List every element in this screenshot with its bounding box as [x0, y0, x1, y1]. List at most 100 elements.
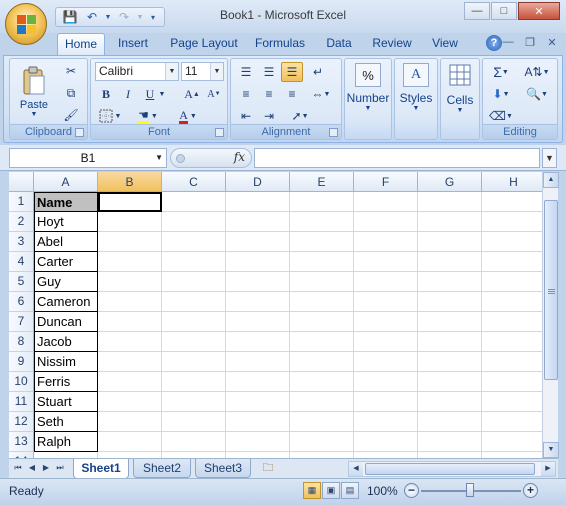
sheet-tab-sheet2[interactable]: Sheet2 [133, 459, 191, 478]
workbook-close-icon[interactable]: ✕ [544, 36, 560, 50]
cell-g3[interactable] [418, 232, 482, 252]
align-center-icon[interactable]: ≡ [258, 84, 280, 104]
last-sheet-icon[interactable]: ⏭ [54, 461, 66, 475]
cell-e5[interactable] [290, 272, 354, 292]
cell-d8[interactable] [226, 332, 290, 352]
tab-page-layout[interactable]: Page Layout [166, 33, 242, 55]
cell-h3[interactable] [482, 232, 542, 252]
fill-icon[interactable]: ⬇ ▼ [487, 84, 515, 104]
cell-d12[interactable] [226, 412, 290, 432]
font-name-combo[interactable]: Calibri ▼ [95, 62, 179, 81]
scroll-up-icon[interactable]: ▲ [543, 172, 559, 188]
cell-a13[interactable]: Ralph [34, 432, 98, 452]
increase-indent-icon[interactable]: ⇥ [258, 106, 280, 126]
cell-d3[interactable] [226, 232, 290, 252]
cell-d6[interactable] [226, 292, 290, 312]
borders-icon[interactable]: ▼ [95, 106, 125, 126]
cell-a10[interactable]: Ferris [34, 372, 98, 392]
alignment-launcher-icon[interactable] [329, 128, 338, 137]
cut-icon[interactable]: ✂ [60, 61, 82, 81]
worksheet-grid[interactable]: ABCDEFGH 1234567891011121314 NameHoytAbe… [9, 172, 542, 458]
cell-f5[interactable] [354, 272, 418, 292]
zoom-out-icon[interactable]: − [404, 483, 419, 498]
cell-b6[interactable] [98, 292, 162, 312]
cell-f11[interactable] [354, 392, 418, 412]
cell-a2[interactable]: Hoyt [34, 212, 98, 232]
cell-f8[interactable] [354, 332, 418, 352]
cell-f4[interactable] [354, 252, 418, 272]
cell-e13[interactable] [290, 432, 354, 452]
cell-e6[interactable] [290, 292, 354, 312]
cell-d13[interactable] [226, 432, 290, 452]
cell-g2[interactable] [418, 212, 482, 232]
cell-f7[interactable] [354, 312, 418, 332]
cell-g1[interactable] [418, 192, 482, 212]
fill-color-icon[interactable]: ☚ ▼ [131, 106, 165, 126]
scroll-right-icon[interactable]: ▶ [541, 462, 555, 476]
formula-bar-grip-icon[interactable] [176, 154, 185, 163]
cell-a8[interactable]: Jacob [34, 332, 98, 352]
cell-d11[interactable] [226, 392, 290, 412]
vertical-scrollbar[interactable]: ▲ ▼ [542, 172, 559, 458]
cell-d9[interactable] [226, 352, 290, 372]
cell-e3[interactable] [290, 232, 354, 252]
decrease-indent-icon[interactable]: ⇤ [235, 106, 257, 126]
cell-f12[interactable] [354, 412, 418, 432]
cell-g6[interactable] [418, 292, 482, 312]
sort-filter-icon[interactable]: A⇅ ▼ [521, 62, 553, 82]
cell-b3[interactable] [98, 232, 162, 252]
name-box[interactable]: B1 ▼ [9, 148, 167, 168]
paste-button[interactable]: Paste ▼ [14, 63, 54, 123]
row-header-2[interactable]: 2 [9, 212, 34, 232]
column-header-c[interactable]: C [162, 172, 226, 192]
cell-c3[interactable] [162, 232, 226, 252]
formula-input[interactable] [254, 148, 540, 168]
cell-e12[interactable] [290, 412, 354, 432]
cell-c12[interactable] [162, 412, 226, 432]
tab-insert[interactable]: Insert [111, 33, 155, 55]
cell-d4[interactable] [226, 252, 290, 272]
cell-f1[interactable] [354, 192, 418, 212]
row-header-4[interactable]: 4 [9, 252, 34, 272]
select-all-corner[interactable] [9, 172, 34, 192]
cell-c13[interactable] [162, 432, 226, 452]
italic-icon[interactable]: I [117, 84, 139, 104]
maximize-icon[interactable]: □ [491, 2, 517, 20]
cell-h4[interactable] [482, 252, 542, 272]
cell-a5[interactable]: Guy [34, 272, 98, 292]
tab-formulas[interactable]: Formulas [250, 33, 310, 55]
row-header-1[interactable]: 1 [9, 192, 34, 212]
bold-icon[interactable]: B [95, 84, 117, 104]
merge-center-icon[interactable]: ⇔ ▼ [307, 84, 335, 104]
insert-sheet-icon[interactable]: 🗀 [257, 460, 279, 477]
align-bottom-icon[interactable]: ☰ [281, 62, 303, 82]
sheet-tab-sheet3[interactable]: Sheet3 [195, 459, 251, 478]
row-header-11[interactable]: 11 [9, 392, 34, 412]
cell-e9[interactable] [290, 352, 354, 372]
cell-d7[interactable] [226, 312, 290, 332]
cell-h9[interactable] [482, 352, 542, 372]
cell-c6[interactable] [162, 292, 226, 312]
column-header-a[interactable]: A [34, 172, 98, 192]
next-sheet-icon[interactable]: ▶ [40, 461, 52, 475]
grow-font-icon[interactable]: A ▲ [181, 84, 203, 104]
tab-data[interactable]: Data [320, 33, 358, 55]
clear-icon[interactable]: ⌫ ▼ [487, 106, 515, 126]
cell-h2[interactable] [482, 212, 542, 232]
cell-e8[interactable] [290, 332, 354, 352]
align-left-icon[interactable]: ≡ [235, 84, 257, 104]
cell-f6[interactable] [354, 292, 418, 312]
row-header-10[interactable]: 10 [9, 372, 34, 392]
cell-f10[interactable] [354, 372, 418, 392]
cell-b4[interactable] [98, 252, 162, 272]
clipboard-launcher-icon[interactable] [75, 128, 84, 137]
column-header-f[interactable]: F [354, 172, 418, 192]
cell-b12[interactable] [98, 412, 162, 432]
shrink-font-icon[interactable]: A ▼ [203, 84, 225, 104]
prev-sheet-icon[interactable]: ◀ [26, 461, 38, 475]
autosum-icon[interactable]: Σ ▼ [487, 62, 515, 82]
cell-g11[interactable] [418, 392, 482, 412]
cell-h6[interactable] [482, 292, 542, 312]
cell-e7[interactable] [290, 312, 354, 332]
row-header-13[interactable]: 13 [9, 432, 34, 452]
